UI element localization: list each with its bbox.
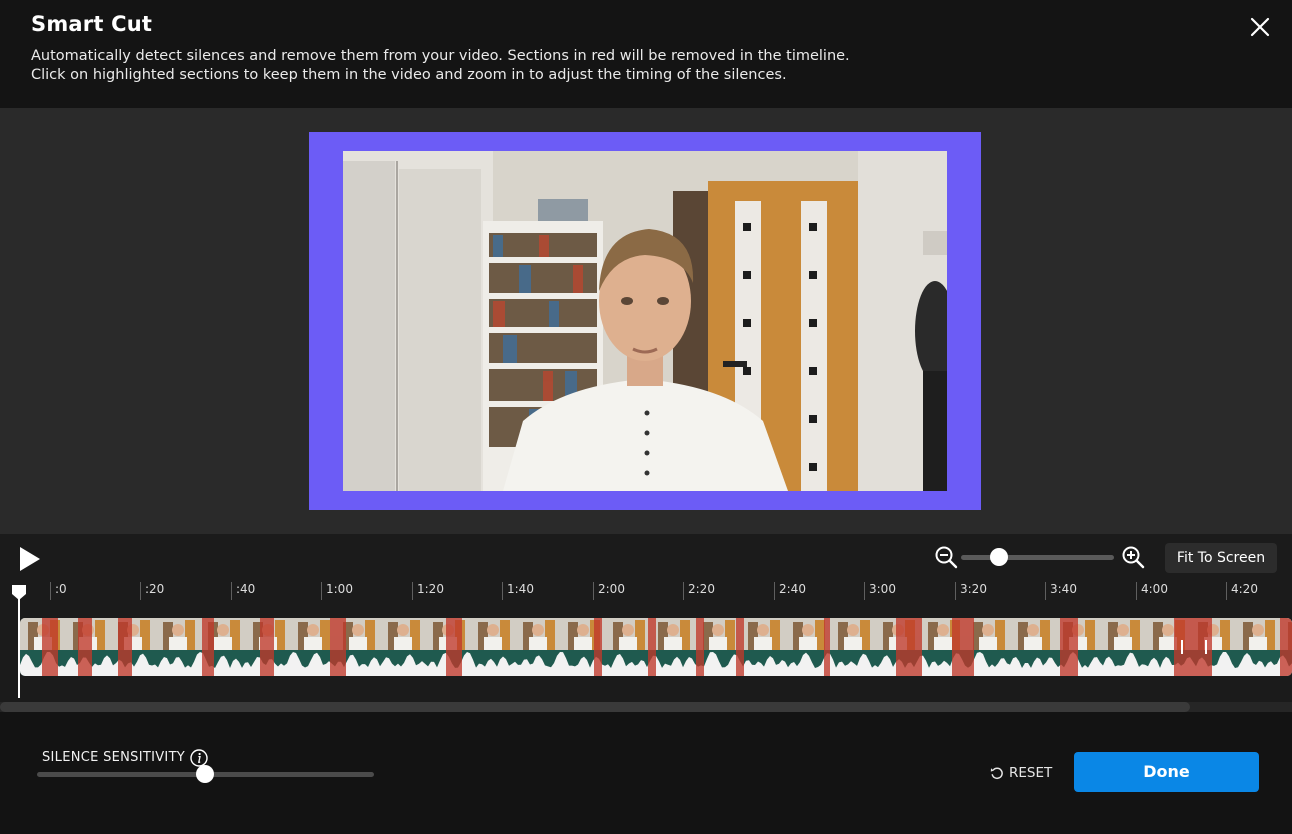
ruler-tick: 1:00 bbox=[321, 582, 353, 600]
zoom-in-icon bbox=[1122, 546, 1145, 569]
track-thumbnail bbox=[785, 618, 830, 650]
ruler-tick: 2:40 bbox=[774, 582, 806, 600]
silence-region[interactable] bbox=[202, 618, 214, 676]
ruler-tick: :0 bbox=[50, 582, 67, 600]
timeline-panel: Fit To Screen :0 :20 :40 1:00 1:20 1:40 … bbox=[0, 534, 1292, 702]
silence-region[interactable] bbox=[78, 618, 92, 676]
silence-region[interactable] bbox=[1280, 618, 1292, 676]
ruler-tick: 1:40 bbox=[502, 582, 534, 600]
track-thumbnail bbox=[830, 618, 875, 650]
video-preview-area bbox=[0, 108, 1292, 534]
zoom-slider-handle[interactable] bbox=[990, 548, 1008, 566]
track-thumbnail bbox=[155, 618, 200, 650]
track-thumbnail bbox=[1010, 618, 1055, 650]
zoom-slider-track[interactable] bbox=[961, 555, 1114, 560]
fit-to-screen-button[interactable]: Fit To Screen bbox=[1165, 543, 1277, 573]
track-graphics bbox=[20, 618, 1292, 676]
silence-region[interactable] bbox=[330, 618, 346, 676]
ruler-tick: 4:00 bbox=[1136, 582, 1168, 600]
silence-region[interactable] bbox=[648, 618, 656, 676]
dialog-header: Smart Cut Automatically detect silences … bbox=[0, 0, 1292, 108]
playhead-handle[interactable] bbox=[11, 584, 27, 600]
scrollbar-thumb[interactable] bbox=[0, 702, 1190, 712]
track-thumbnail bbox=[740, 618, 785, 650]
silence-region[interactable] bbox=[696, 618, 704, 676]
play-button[interactable] bbox=[18, 546, 42, 572]
done-button[interactable]: Done bbox=[1074, 752, 1259, 792]
track-thumbnail bbox=[470, 618, 515, 650]
reset-label: RESET bbox=[1009, 765, 1053, 781]
ruler-tick: 3:20 bbox=[955, 582, 987, 600]
silence-region[interactable] bbox=[594, 618, 602, 676]
dialog-description: Automatically detect silences and remove… bbox=[31, 47, 850, 85]
silence-region[interactable] bbox=[896, 618, 922, 676]
silence-region[interactable] bbox=[446, 618, 462, 676]
zoom-out-button[interactable] bbox=[934, 545, 958, 569]
time-ruler: :0 :20 :40 1:00 1:20 1:40 2:00 2:20 2:40… bbox=[0, 578, 1292, 606]
close-icon bbox=[1250, 17, 1270, 37]
reset-icon bbox=[990, 767, 1003, 780]
ruler-tick: 4:20 bbox=[1226, 582, 1258, 600]
track-thumbnail bbox=[1100, 618, 1145, 650]
description-line-1: Automatically detect silences and remove… bbox=[31, 48, 850, 64]
bottom-bar: SILENCE SENSITIVITY RESET Done bbox=[0, 712, 1292, 834]
track-thumbnail bbox=[290, 618, 335, 650]
playhead-marker bbox=[12, 585, 26, 600]
silence-region[interactable] bbox=[118, 618, 132, 676]
video-frame bbox=[309, 132, 981, 510]
silence-region[interactable] bbox=[1060, 618, 1078, 676]
silence-region[interactable] bbox=[736, 618, 744, 676]
dialog-title: Smart Cut bbox=[31, 12, 153, 36]
silence-region[interactable] bbox=[952, 618, 974, 676]
ruler-tick: 3:40 bbox=[1045, 582, 1077, 600]
video-preview[interactable] bbox=[343, 151, 947, 491]
silence-region[interactable] bbox=[42, 618, 58, 676]
ruler-tick: :40 bbox=[231, 582, 255, 600]
track-thumbnail bbox=[1235, 618, 1280, 650]
description-line-2: Click on highlighted sections to keep th… bbox=[31, 67, 787, 83]
silence-sensitivity-label: SILENCE SENSITIVITY bbox=[42, 750, 186, 765]
close-button[interactable] bbox=[1245, 12, 1275, 42]
silence-region[interactable] bbox=[260, 618, 274, 676]
track-thumbnail bbox=[650, 618, 695, 650]
video-track[interactable] bbox=[20, 618, 1292, 676]
ruler-tick: 2:20 bbox=[683, 582, 715, 600]
track-thumbnail bbox=[515, 618, 560, 650]
video-still bbox=[343, 151, 947, 491]
ruler-tick: :20 bbox=[140, 582, 164, 600]
silence-sensitivity-handle[interactable] bbox=[196, 765, 214, 783]
play-icon bbox=[20, 547, 40, 571]
zoom-in-button[interactable] bbox=[1121, 545, 1145, 569]
track-thumbnail bbox=[110, 618, 155, 650]
silence-region[interactable] bbox=[824, 618, 830, 676]
playhead[interactable] bbox=[18, 596, 20, 698]
ruler-tick: 2:00 bbox=[593, 582, 625, 600]
track-thumbnail bbox=[605, 618, 650, 650]
timeline-scrollbar[interactable] bbox=[0, 702, 1292, 712]
ruler-tick: 3:00 bbox=[864, 582, 896, 600]
ruler-tick: 1:20 bbox=[412, 582, 444, 600]
zoom-out-icon bbox=[935, 546, 958, 569]
track-thumbnail bbox=[380, 618, 425, 650]
reset-button[interactable]: RESET bbox=[990, 763, 1052, 783]
